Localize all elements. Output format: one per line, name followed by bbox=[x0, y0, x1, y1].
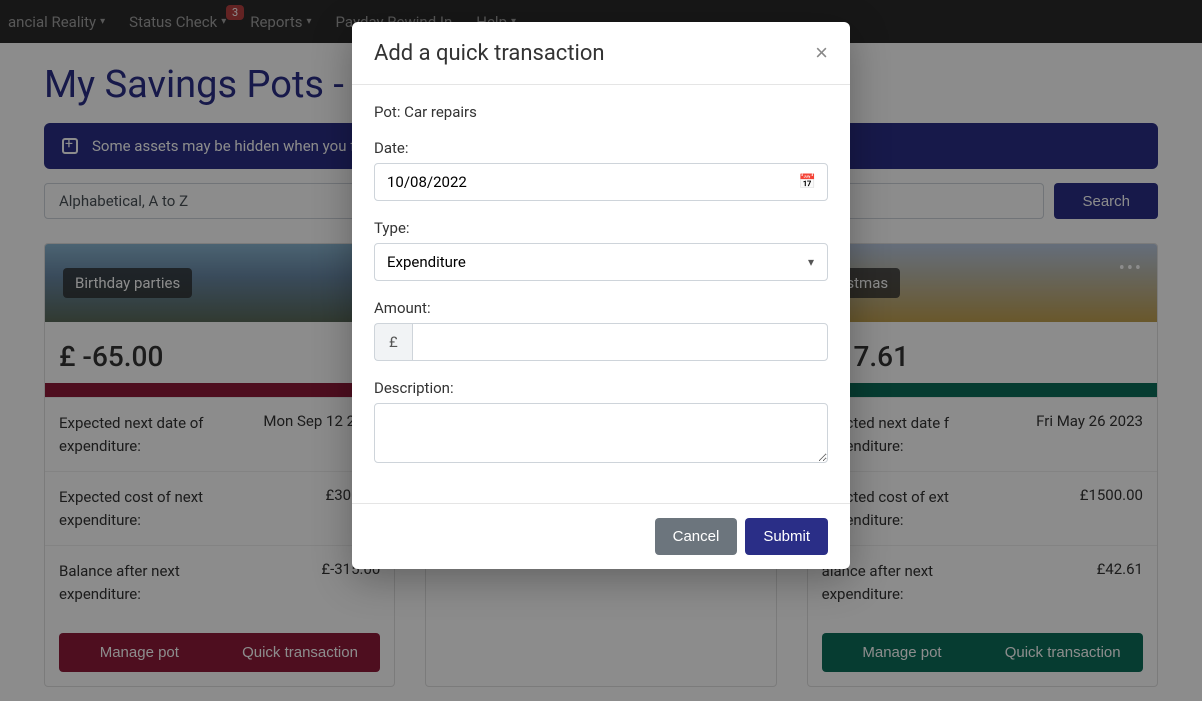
currency-prefix: £ bbox=[374, 323, 412, 361]
type-select[interactable]: Expenditure bbox=[374, 243, 828, 281]
cancel-button[interactable]: Cancel bbox=[655, 518, 738, 555]
modal-body: Pot: Car repairs Date: 📅 Type: Expenditu… bbox=[352, 85, 850, 503]
modal-pot-context: Pot: Car repairs bbox=[374, 103, 828, 121]
amount-label: Amount: bbox=[374, 299, 828, 317]
form-group-date: Date: 📅 bbox=[374, 139, 828, 201]
modal-header: Add a quick transaction × bbox=[352, 22, 850, 85]
quick-transaction-modal: Add a quick transaction × Pot: Car repai… bbox=[352, 22, 850, 569]
form-group-type: Type: Expenditure bbox=[374, 219, 828, 281]
form-group-description: Description: bbox=[374, 379, 828, 467]
date-label: Date: bbox=[374, 139, 828, 157]
date-input[interactable] bbox=[374, 163, 828, 201]
amount-input[interactable] bbox=[412, 323, 828, 361]
modal-title: Add a quick transaction bbox=[374, 41, 605, 66]
form-group-amount: Amount: £ bbox=[374, 299, 828, 361]
description-textarea[interactable] bbox=[374, 403, 828, 463]
calendar-icon[interactable]: 📅 bbox=[799, 174, 816, 190]
close-icon[interactable]: × bbox=[815, 40, 828, 66]
type-label: Type: bbox=[374, 219, 828, 237]
submit-button[interactable]: Submit bbox=[745, 518, 828, 555]
modal-overlay[interactable]: Add a quick transaction × Pot: Car repai… bbox=[0, 0, 1202, 701]
modal-footer: Cancel Submit bbox=[352, 503, 850, 569]
description-label: Description: bbox=[374, 379, 828, 397]
